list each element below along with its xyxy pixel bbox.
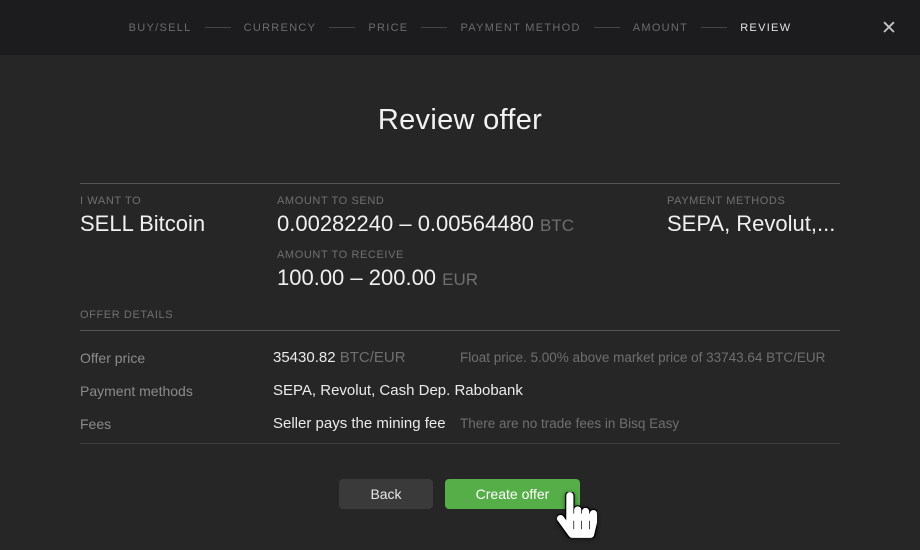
fees-label: Fees — [80, 416, 273, 432]
step-separator — [594, 27, 620, 28]
payment-methods-row-value: SEPA, Revolut, Cash Dep. Rabobank — [273, 382, 460, 399]
step-currency[interactable]: CURRENCY — [244, 22, 317, 34]
payment-methods-row-label: Payment methods — [80, 383, 273, 399]
amount-to-receive-value: 100.00 – 200.00 EUR — [277, 265, 667, 291]
step-separator — [421, 27, 447, 28]
offer-overview: I WANT TO SELL Bitcoin AMOUNT TO SEND 0.… — [80, 183, 840, 291]
fees-value: Seller pays the mining fee — [273, 415, 460, 432]
create-offer-button[interactable]: Create offer — [445, 479, 580, 509]
payment-methods-label: PAYMENT METHODS — [667, 195, 840, 207]
step-amount[interactable]: AMOUNT — [633, 22, 688, 34]
bottom-divider — [80, 443, 840, 444]
amount-to-send-unit: BTC — [540, 216, 574, 235]
step-review[interactable]: REVIEW — [740, 22, 791, 34]
offer-price-value: 35430.82 BTC/EUR — [273, 349, 460, 366]
amount-to-receive-number: 100.00 – 200.00 — [277, 265, 436, 290]
payment-methods-group: PAYMENT METHODS SEPA, Revolut,... — [667, 184, 840, 237]
payment-methods-value: SEPA, Revolut,... — [667, 211, 840, 237]
column-direction: I WANT TO SELL Bitcoin — [80, 184, 277, 291]
fees-description: There are no trade fees in Bisq Easy — [460, 416, 840, 431]
detail-row-fees: Fees Seller pays the mining fee There ar… — [80, 407, 840, 440]
step-payment-method[interactable]: PAYMENT METHOD — [460, 22, 580, 34]
offer-details-table: Offer price 35430.82 BTC/EUR Float price… — [80, 330, 840, 440]
back-button[interactable]: Back — [339, 479, 433, 509]
offer-price-label: Offer price — [80, 350, 273, 366]
offer-details-heading: OFFER DETAILS — [80, 309, 173, 321]
wizard-stepper: BUY/SELL CURRENCY PRICE PAYMENT METHOD A… — [129, 22, 792, 34]
amount-to-receive-unit: EUR — [442, 270, 478, 289]
close-icon[interactable]: ✕ — [872, 11, 906, 45]
i-want-to-value: SELL Bitcoin — [80, 211, 277, 237]
amount-to-send-number: 0.00282240 – 0.00564480 — [277, 211, 534, 236]
i-want-to-label: I WANT TO — [80, 195, 277, 207]
column-amounts: AMOUNT TO SEND 0.00282240 – 0.00564480 B… — [277, 184, 667, 291]
step-separator — [205, 27, 231, 28]
page-title: Review offer — [0, 104, 920, 137]
offer-price-unit: BTC/EUR — [336, 349, 406, 366]
amount-to-send-label: AMOUNT TO SEND — [277, 195, 667, 207]
amount-to-send-value: 0.00282240 – 0.00564480 BTC — [277, 211, 667, 237]
step-buy-sell[interactable]: BUY/SELL — [129, 22, 192, 34]
offer-price-description: Float price. 5.00% above market price of… — [460, 350, 840, 365]
wizard-topbar: BUY/SELL CURRENCY PRICE PAYMENT METHOD A… — [0, 0, 920, 55]
i-want-to-group: I WANT TO SELL Bitcoin — [80, 184, 277, 237]
amount-to-send-group: AMOUNT TO SEND 0.00282240 – 0.00564480 B… — [277, 184, 667, 237]
detail-row-offer-price: Offer price 35430.82 BTC/EUR Float price… — [80, 341, 840, 374]
step-separator — [329, 27, 355, 28]
amount-to-receive-label: AMOUNT TO RECEIVE — [277, 249, 667, 261]
step-price[interactable]: PRICE — [368, 22, 408, 34]
offer-price-number: 35430.82 — [273, 349, 336, 366]
column-payment-methods: PAYMENT METHODS SEPA, Revolut,... — [667, 184, 840, 291]
detail-row-payment-methods: Payment methods SEPA, Revolut, Cash Dep.… — [80, 374, 840, 407]
amount-to-receive-group: AMOUNT TO RECEIVE 100.00 – 200.00 EUR — [277, 237, 667, 291]
step-separator — [701, 27, 727, 28]
